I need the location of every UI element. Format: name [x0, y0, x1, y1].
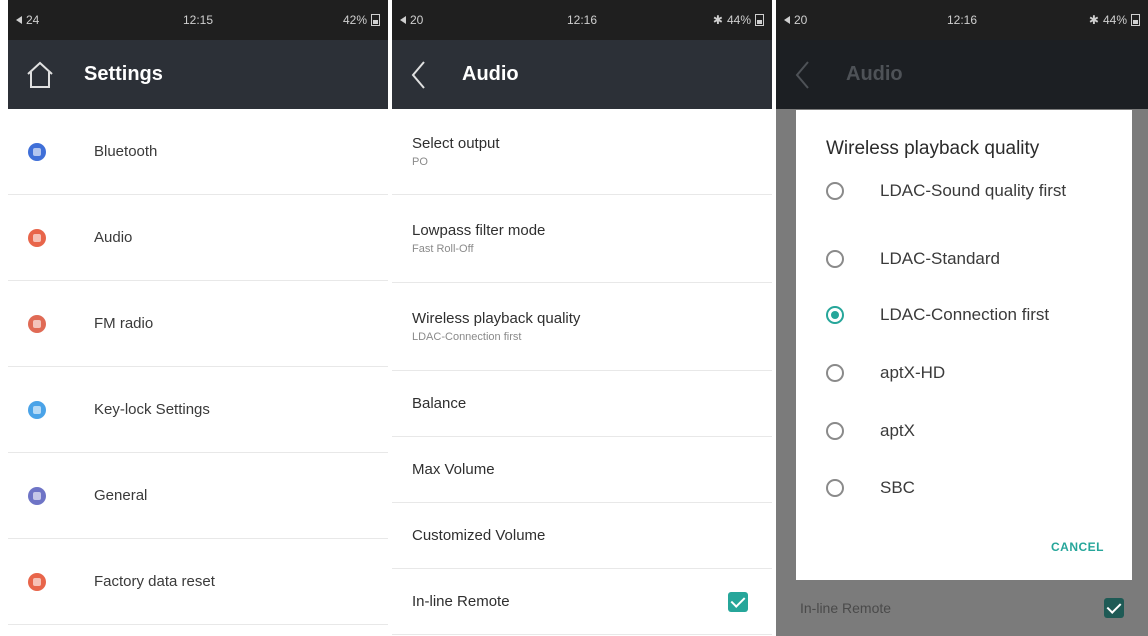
volume-level: 20 — [410, 13, 424, 27]
volume-level: 20 — [794, 13, 808, 27]
option-ldac-sound-quality[interactable]: LDAC-Sound quality first — [826, 180, 1090, 202]
speaker-icon — [400, 16, 406, 24]
volume-indicator: 20 — [784, 13, 807, 27]
audio-item-customized-volume[interactable]: Customized Volume — [392, 503, 772, 569]
option-label: aptX-HD — [880, 363, 946, 382]
dialog-title: Wireless playback quality — [826, 138, 1040, 159]
audio-screen: 20 12:16 ✱ 44% Audio Select output PO Lowp… — [392, 0, 772, 636]
battery-icon — [1131, 14, 1140, 26]
dimmed-inline-remote-row: In-line Remote — [776, 585, 1148, 631]
page-title: Audio — [462, 63, 519, 85]
audio-item-wireless-quality[interactable]: Wireless playback quality LDAC-Connection… — [392, 283, 772, 371]
radio-icon — [28, 314, 46, 333]
settings-item-label: Key-lock Settings — [94, 401, 210, 418]
battery-percent: 44% — [726, 13, 751, 27]
item-title: Wireless playback quality — [412, 310, 581, 327]
settings-item-label: Audio — [94, 229, 133, 246]
dimmed-checkbox — [1104, 598, 1124, 618]
radio-button[interactable] — [826, 479, 844, 497]
option-label: LDAC-Connection first — [880, 305, 1050, 324]
audio-item-inline-remote[interactable]: In-line Remote — [392, 569, 772, 635]
settings-item-fm-radio[interactable]: FM radio — [8, 281, 388, 367]
option-label: LDAC-Standard — [880, 249, 1001, 268]
radio-button[interactable] — [826, 364, 844, 382]
option-aptx-hd[interactable]: aptX-HD — [826, 362, 1090, 384]
status-bar: 24 12:15 42% — [8, 0, 388, 40]
page-title: Settings — [84, 63, 163, 85]
settings-item-label: General — [94, 487, 148, 504]
status-bar: 20 12:16 ✱ 44% — [392, 0, 772, 40]
audio-item-select-output[interactable]: Select output PO — [392, 109, 772, 195]
general-icon — [28, 486, 46, 505]
bluetooth-status-icon: ✱ — [1088, 13, 1099, 27]
item-title: Max Volume — [412, 461, 495, 478]
app-bar: Settings — [8, 40, 388, 109]
battery-percent: 42% — [342, 13, 367, 27]
battery-icon — [371, 14, 380, 26]
settings-item-general[interactable]: General — [8, 453, 388, 539]
settings-item-label: Bluetooth — [94, 143, 158, 160]
app-bar: Audio — [392, 40, 772, 109]
volume-indicator: 24 — [16, 13, 39, 27]
lock-icon — [28, 400, 46, 419]
item-title: Customized Volume — [412, 527, 546, 544]
back-arrow-icon[interactable] — [406, 58, 432, 92]
radio-button[interactable] — [826, 182, 844, 200]
page-title: Audio — [846, 63, 903, 85]
radio-button[interactable] — [826, 250, 844, 268]
bluetooth-status-icon: ✱ — [712, 13, 723, 27]
radio-button[interactable] — [826, 422, 844, 440]
speaker-icon — [784, 16, 790, 24]
settings-screen: 24 12:15 42% Settings Bluetooth Audio FM… — [8, 0, 388, 636]
item-title: In-line Remote — [412, 593, 510, 610]
settings-item-label: Factory data reset — [94, 573, 215, 590]
volume-level: 24 — [26, 13, 40, 27]
clock: 12:16 — [566, 13, 598, 27]
item-subtitle: LDAC-Connection first — [412, 331, 522, 343]
audio-settings-list: Select output PO Lowpass filter mode Fast … — [392, 109, 772, 635]
item-subtitle: Fast Roll-Off — [412, 243, 474, 255]
wireless-quality-dialog: Wireless playback quality LDAC-Sound qua… — [796, 110, 1132, 580]
settings-item-bluetooth[interactable]: Bluetooth — [8, 109, 388, 195]
inline-remote-checkbox[interactable] — [728, 591, 748, 612]
audio-item-max-volume[interactable]: Max Volume — [392, 437, 772, 503]
wireless-quality-dialog-screen: 20 12:16 ✱ 44% Audio In-line Remote Wirel… — [776, 0, 1148, 636]
cancel-button[interactable]: CANCEL — [1051, 540, 1104, 554]
volume-indicator: 20 — [400, 13, 423, 27]
battery-percent: 44% — [1102, 13, 1127, 27]
audio-icon — [28, 228, 46, 247]
home-icon[interactable] — [24, 59, 56, 91]
back-arrow-icon — [795, 60, 809, 89]
option-ldac-connection[interactable]: LDAC-Connection first — [826, 304, 1090, 326]
option-sbc[interactable]: SBC — [826, 477, 1090, 499]
speaker-icon — [16, 16, 22, 24]
item-title: Select output — [412, 135, 500, 152]
item-subtitle: PO — [412, 156, 428, 168]
status-bar: 20 12:16 ✱ 44% — [776, 0, 1148, 40]
option-label: aptX — [880, 421, 915, 440]
settings-item-key-lock[interactable]: Key-lock Settings — [8, 367, 388, 453]
audio-item-balance[interactable]: Balance — [392, 371, 772, 437]
settings-item-factory-reset[interactable]: Factory data reset — [8, 539, 388, 625]
option-label: SBC — [880, 478, 915, 497]
item-title: In-line Remote — [800, 600, 892, 616]
battery-icon — [755, 14, 764, 26]
bluetooth-icon — [28, 142, 46, 161]
settings-list: Bluetooth Audio FM radio Key-lock Settin… — [8, 109, 388, 625]
settings-item-label: FM radio — [94, 315, 154, 332]
settings-item-audio[interactable]: Audio — [8, 195, 388, 281]
audio-item-lowpass-filter[interactable]: Lowpass filter mode Fast Roll-Off — [392, 195, 772, 283]
radio-button-selected[interactable] — [826, 306, 844, 324]
clock: 12:15 — [182, 13, 214, 27]
option-label: LDAC-Sound quality first — [880, 181, 1067, 200]
clock: 12:16 — [946, 13, 978, 27]
option-aptx[interactable]: aptX — [826, 420, 1090, 442]
option-ldac-standard[interactable]: LDAC-Standard — [826, 248, 1090, 270]
app-bar: Audio — [776, 40, 1148, 109]
reset-icon — [28, 572, 46, 591]
item-title: Balance — [412, 395, 467, 412]
item-title: Lowpass filter mode — [412, 222, 546, 239]
